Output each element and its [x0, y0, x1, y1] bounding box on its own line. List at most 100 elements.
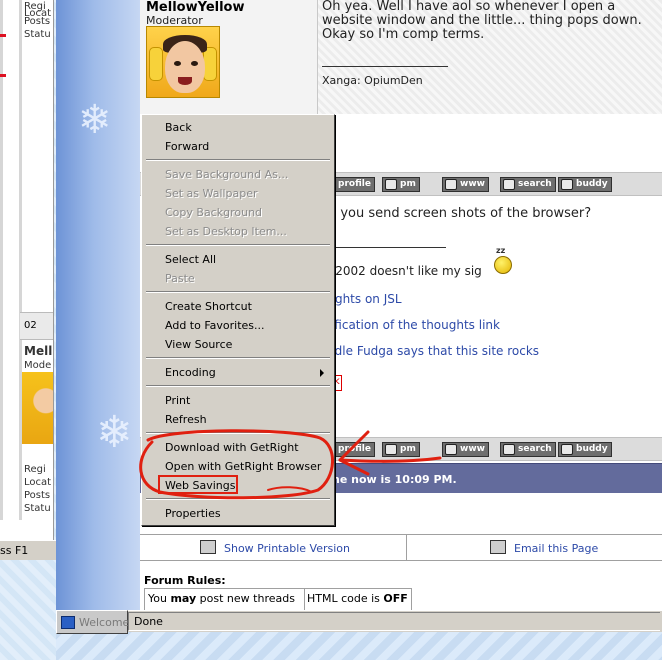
- menu-item-label: Set as Wallpaper: [165, 187, 258, 200]
- avatar-detail: [174, 61, 181, 66]
- bw-statusbar: ss F1: [0, 540, 56, 560]
- menu-item-label: Open with GetRight Browser: [165, 460, 322, 473]
- menu-item-open-getright-browser[interactable]: Open with GetRight Browser: [144, 457, 332, 476]
- snowflake-icon: ❄: [78, 97, 112, 143]
- menu-item-label: Select All: [165, 253, 217, 266]
- bw-usertitle: Mode: [24, 360, 52, 371]
- menu-item-print[interactable]: Print: [144, 391, 332, 410]
- pm-button[interactable]: pm: [382, 177, 420, 192]
- home-icon: [445, 444, 457, 455]
- search-button[interactable]: search: [500, 442, 556, 457]
- avatar-detail: [178, 77, 192, 85]
- menu-separator: [146, 432, 330, 434]
- signature-link[interactable]: oodle Fudga says that this site rocks: [320, 344, 539, 358]
- email-page-link[interactable]: Email this Page: [514, 542, 598, 555]
- bw-label: Posts: [24, 490, 51, 501]
- window-frame: [0, 0, 3, 520]
- menu-item-download-getright[interactable]: Download with GetRight: [144, 438, 332, 457]
- menu-item-properties[interactable]: Properties: [144, 504, 332, 523]
- avatar-detail: [191, 61, 198, 66]
- menu-separator: [146, 498, 330, 500]
- www-button-label: www: [460, 444, 485, 454]
- home-icon: [445, 179, 457, 190]
- buddy-button-label: buddy: [576, 179, 608, 189]
- signature-link[interactable]: stification of the thoughts link: [320, 318, 500, 332]
- pm-button-label: pm: [400, 179, 416, 189]
- buddy-button[interactable]: buddy: [558, 442, 612, 457]
- status-panel: [128, 612, 660, 631]
- www-button[interactable]: www: [442, 177, 489, 192]
- menu-item-label: Set as Desktop Item...: [165, 225, 287, 238]
- sleep-z-icon: zz: [496, 246, 506, 255]
- search-button[interactable]: search: [500, 177, 556, 192]
- pm-button[interactable]: pm: [382, 442, 420, 457]
- bw-label: Locat: [24, 477, 52, 488]
- www-button[interactable]: www: [442, 442, 489, 457]
- rules-threads: You may post new threads: [145, 589, 305, 612]
- signature-divider: [320, 247, 446, 248]
- menu-item-label: Paste: [165, 272, 195, 285]
- red-mark: [0, 34, 6, 37]
- menu-item-save-background: Save Background As...: [144, 165, 332, 184]
- submenu-arrow-icon: [320, 369, 324, 377]
- browser-status-bar: Done: [128, 610, 662, 632]
- menu-item-label: View Source: [165, 338, 233, 351]
- avatar-detail: [165, 41, 205, 93]
- menu-item-view-source[interactable]: View Source: [144, 335, 332, 354]
- menu-item-copy-background: Copy Background: [144, 203, 332, 222]
- menu-item-select-all[interactable]: Select All: [144, 250, 332, 269]
- profile-button-label: profile: [338, 444, 371, 454]
- post-username[interactable]: MellowYellow: [146, 0, 245, 15]
- menu-item-set-wallpaper: Set as Wallpaper: [144, 184, 332, 203]
- search-icon: [503, 444, 515, 455]
- current-time-text: ne now is 10:09 PM.: [332, 473, 457, 486]
- menu-item-label: Download with GetRight: [165, 441, 299, 454]
- printable-version-link[interactable]: Show Printable Version: [224, 542, 350, 555]
- rules-text-bold: OFF: [383, 592, 408, 605]
- page-sidebar-gradient: ❄ ❄: [56, 0, 140, 612]
- bw-date-row: 02: [20, 312, 53, 340]
- taskbar-window-button[interactable]: Welcome: [56, 610, 129, 634]
- rules-text: HTML code is: [307, 592, 384, 605]
- menu-item-create-shortcut[interactable]: Create Shortcut: [144, 297, 332, 316]
- menu-item-add-favorites[interactable]: Add to Favorites...: [144, 316, 332, 335]
- menu-item-refresh[interactable]: Refresh: [144, 410, 332, 429]
- print-cell: Show Printable Version: [140, 535, 407, 560]
- context-menu: Back Forward Save Background As... Set a…: [141, 114, 335, 526]
- buddy-icon: [561, 444, 573, 455]
- menu-separator: [146, 159, 330, 161]
- post-author-panel: MellowYellow Moderator: [140, 0, 318, 114]
- pm-button-label: pm: [400, 444, 416, 454]
- buddy-icon: [561, 179, 573, 190]
- menu-item-encoding[interactable]: Encoding: [144, 363, 332, 382]
- menu-item-label: Print: [165, 394, 191, 407]
- menu-item-label: Encoding: [165, 366, 216, 379]
- menu-separator: [146, 291, 330, 293]
- rules-text-bold: may: [170, 592, 197, 605]
- post2-sig-text: bu2002 doesn't like my sig: [320, 264, 482, 278]
- menu-item-paste: Paste: [144, 269, 332, 288]
- page-tools-row: Show Printable Version Email this Page: [140, 534, 662, 561]
- avatar: [146, 26, 220, 98]
- search-icon: [503, 179, 515, 190]
- avatar-detail: [149, 47, 163, 81]
- avatar-detail: [203, 47, 217, 81]
- background-browser-window: Regi Locat Posts Statu 02 Mell Mode Regi…: [0, 0, 54, 540]
- menu-item-label: Refresh: [165, 413, 207, 426]
- menu-item-forward[interactable]: Forward: [144, 137, 332, 156]
- menu-separator: [146, 244, 330, 246]
- bw-label: Statu: [24, 29, 51, 40]
- bw-username: Mell: [24, 344, 53, 358]
- www-button-label: www: [460, 179, 485, 189]
- menu-item-back[interactable]: Back: [144, 118, 332, 137]
- menu-item-label: Create Shortcut: [165, 300, 252, 313]
- menu-separator: [146, 357, 330, 359]
- bw-status-text: ss F1: [0, 544, 29, 557]
- profile-button-label: profile: [338, 179, 371, 189]
- buddy-button[interactable]: buddy: [558, 177, 612, 192]
- email-icon: [490, 540, 506, 554]
- red-mark: [0, 74, 6, 77]
- search-button-label: search: [518, 444, 552, 454]
- forum-rules-table: You may post new threads HTML code is OF…: [144, 588, 412, 612]
- menu-item-label: Forward: [165, 140, 210, 153]
